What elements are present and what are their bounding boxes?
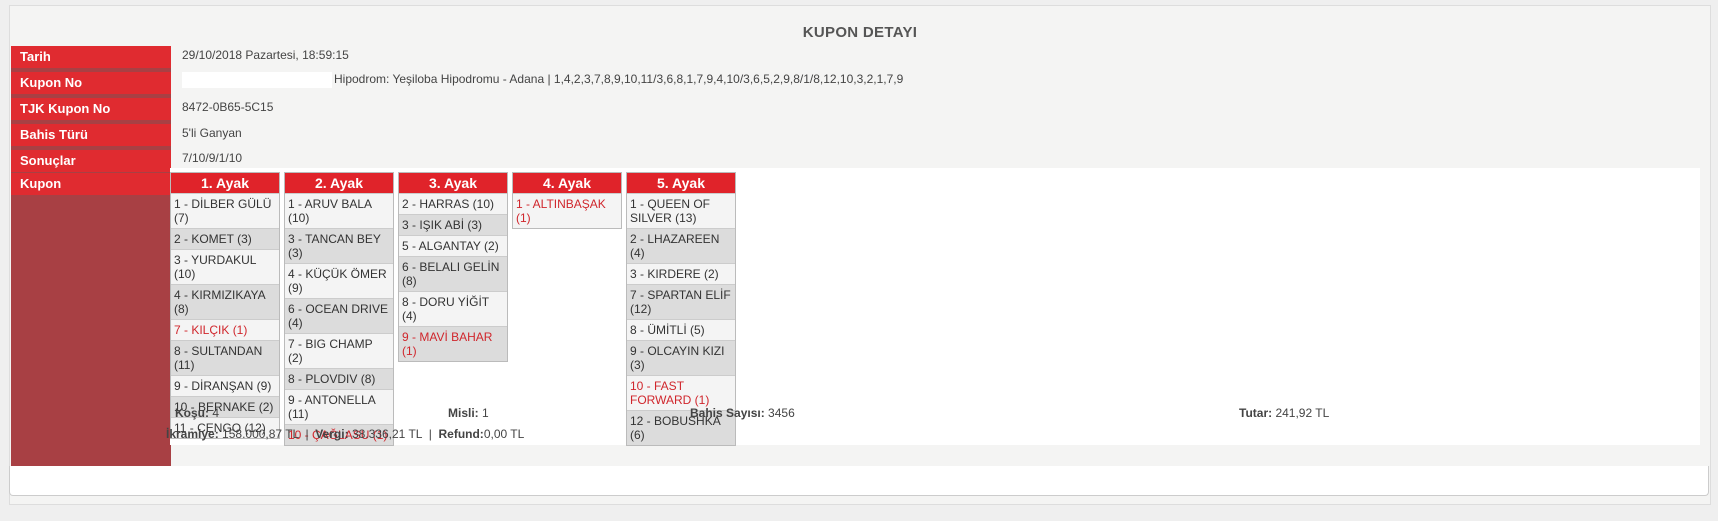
leg-item: 6 - OCEAN DRIVE (4) xyxy=(285,298,393,333)
label-kupon: Kupon xyxy=(11,173,171,195)
label-kupon-no: Kupon No xyxy=(11,72,171,94)
sonuclar-value: 7/10/9/1/10 xyxy=(182,151,243,165)
leg-item: 4 - KIRMIZIKAYA (8) xyxy=(171,284,279,319)
kupon-no-row: Hipodrom: Yeşiloba Hipodromu - Adana | 1… xyxy=(182,72,903,88)
leg-item: 3 - TANCAN BEY (3) xyxy=(285,228,393,263)
summary-misli: Misli: 1 xyxy=(448,406,489,420)
leg-item: 6 - BELALI GELİN (8) xyxy=(399,256,507,291)
vergi-label: Vergi: xyxy=(315,427,349,441)
redacted-box xyxy=(182,72,332,88)
leg-item: 8 - DORU YİĞİT (4) xyxy=(399,291,507,326)
tutar-value: 241,92 TL xyxy=(1275,406,1330,420)
misli-value: 1 xyxy=(482,406,489,420)
leg-column-3: 3. Ayak 2 - HARRAS (10) 3 - IŞIK ABİ (3) 5 … xyxy=(398,172,508,362)
label-bahis-turu: Bahis Türü xyxy=(11,124,171,146)
kosu-label: Koşu: xyxy=(175,406,209,420)
ikramiye-label: İkramiye: xyxy=(166,427,219,441)
label-tarih: Tarih xyxy=(11,46,171,68)
leg-column-5: 5. Ayak 1 - QUEEN OF SILVER (13) 2 - LHAZA… xyxy=(626,172,736,446)
leg-item-winner: 1 - ALTINBAŞAK (1) xyxy=(513,193,621,228)
leg-item: 3 - IŞIK ABİ (3) xyxy=(399,214,507,235)
leg-item: 5 - ALGANTAY (2) xyxy=(399,235,507,256)
label-sidebar: Tarih Kupon No TJK Kupon No Bahis Türü S… xyxy=(11,46,171,486)
leg-item: 7 - BIG CHAMP (2) xyxy=(285,333,393,368)
leg-item: 9 - DİRANŞAN (9) xyxy=(171,375,279,396)
summary-kosu: Koşu: 4 xyxy=(175,406,219,420)
bahis-sayisi-value: 3456 xyxy=(768,406,795,420)
summary-tutar: Tutar: 241,92 TL xyxy=(1239,406,1329,420)
leg-item: 9 - ANTONELLA (11) xyxy=(285,389,393,424)
leg-item: 2 - HARRAS (10) xyxy=(399,193,507,214)
leg-item: 3 - YURDAKUL (10) xyxy=(171,249,279,284)
kosu-value: 4 xyxy=(212,406,220,420)
summary-bahis-sayisi: Bahis Sayısı: 3456 xyxy=(690,406,795,420)
leg-column-2: 2. Ayak 1 - ARUV BALA (10) 3 - TANCAN BEY … xyxy=(284,172,394,446)
leg-item: 8 - SULTANDAN (11) xyxy=(171,340,279,375)
vergi-value: 38.336,21 TL xyxy=(351,427,423,441)
page-title: KUPON DETAYI xyxy=(802,24,918,41)
leg-item-winner: 10 - FAST FORWARD (1) xyxy=(627,375,735,410)
leg-item-winner: 9 - MAVİ BAHAR (1) xyxy=(399,326,507,361)
tutar-label: Tutar: xyxy=(1239,406,1273,420)
leg-item: 1 - QUEEN OF SILVER (13) xyxy=(627,193,735,228)
tarih-value: 29/10/2018 Pazartesi, 18:59:15 xyxy=(182,48,349,62)
leg-item: 3 - KIRDERE (2) xyxy=(627,263,735,284)
leg-item: 1 - ARUV BALA (10) xyxy=(285,193,393,228)
leg-item: 7 - SPARTAN ELİF (12) xyxy=(627,284,735,319)
leg-item: 1 - DİLBER GÜLÜ (7) xyxy=(171,193,279,228)
bahis-sayisi-label: Bahis Sayısı: xyxy=(690,406,765,420)
bahis-turu-value: 5'li Ganyan xyxy=(182,126,242,140)
leg-header: 4. Ayak xyxy=(513,173,621,193)
refund-value: 0,00 TL xyxy=(483,427,525,441)
refund-label: Refund: xyxy=(438,427,484,441)
leg-item: 4 - KÜÇÜK ÖMER (9) xyxy=(285,263,393,298)
separator: | xyxy=(428,427,432,441)
leg-header: 5. Ayak xyxy=(627,173,735,193)
leg-header: 2. Ayak xyxy=(285,173,393,193)
misli-label: Misli: xyxy=(448,406,479,420)
leg-item: 8 - ÜMİTLİ (5) xyxy=(627,319,735,340)
leg-item-winner: 7 - KILÇIK (1) xyxy=(171,319,279,340)
bottom-bar xyxy=(9,466,1709,496)
leg-header: 1. Ayak xyxy=(171,173,279,193)
totals-row: İkramiye: 158.000,87 TL | Vergi: 38.336,… xyxy=(166,427,524,441)
leg-item: 8 - PLOVDIV (8) xyxy=(285,368,393,389)
leg-item: 9 - OLCAYIN KIZI (3) xyxy=(627,340,735,375)
coupon-detail-panel: KUPON DETAYI Tarih Kupon No TJK Kupon No… xyxy=(9,5,1711,505)
leg-header: 3. Ayak xyxy=(399,173,507,193)
ikramiye-value: 158.000,87 TL xyxy=(222,427,299,441)
kupon-no-value: Hipodrom: Yeşiloba Hipodromu - Adana | 1… xyxy=(334,72,904,87)
leg-item: 2 - LHAZAREEN (4) xyxy=(627,228,735,263)
separator: | xyxy=(305,427,309,441)
label-tjk-kupon-no: TJK Kupon No xyxy=(11,98,171,120)
leg-item: 2 - KOMET (3) xyxy=(171,228,279,249)
leg-column-1: 1. Ayak 1 - DİLBER GÜLÜ (7) 2 - KOMET (3) 3… xyxy=(170,172,280,439)
label-sonuclar: Sonuçlar xyxy=(11,150,171,172)
leg-column-4: 4. Ayak 1 - ALTINBAŞAK (1) xyxy=(512,172,622,229)
tjk-kupon-no-value: 8472-0B65-5C15 xyxy=(182,100,274,114)
